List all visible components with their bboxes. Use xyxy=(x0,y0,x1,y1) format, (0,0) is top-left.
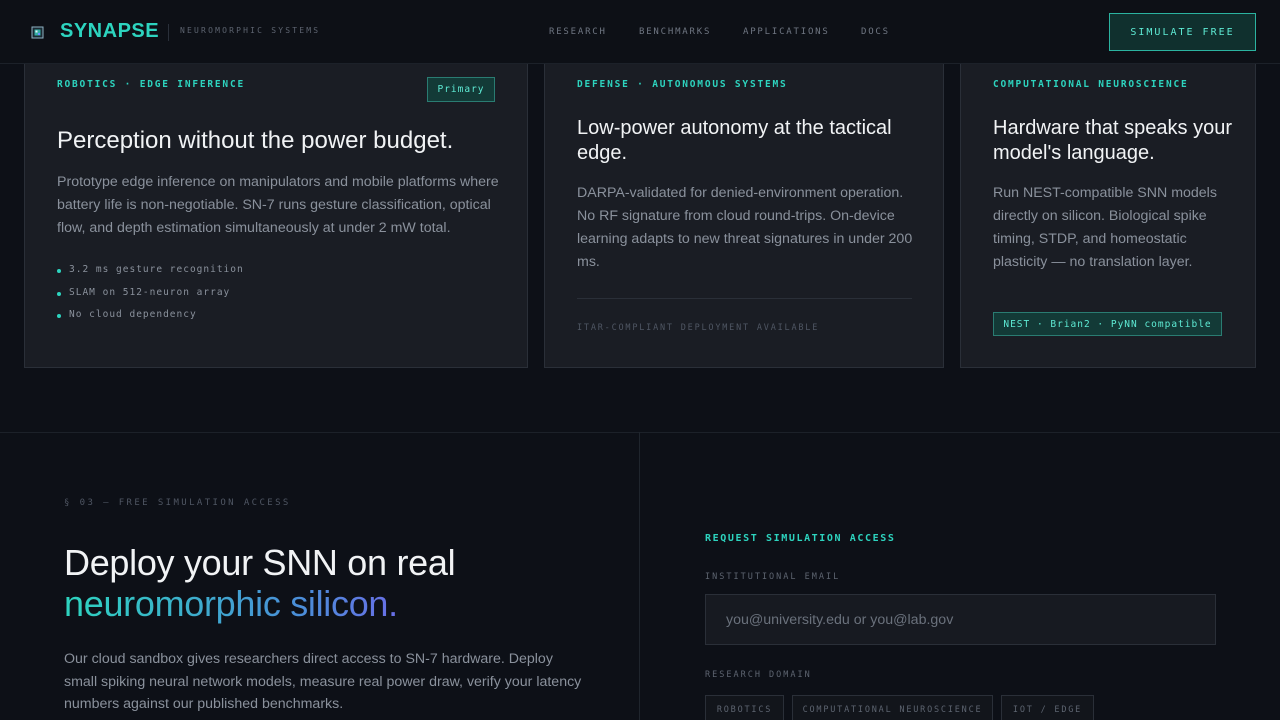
card-tag: COMPUTATIONAL NEUROSCIENCE xyxy=(993,79,1189,90)
list-item: SLAM on 512-neuron array xyxy=(57,287,244,310)
brand-tagline: NEUROMORPHIC SYSTEMS xyxy=(180,26,321,35)
feature-list: 3.2 ms gesture recognition SLAM on 512-n… xyxy=(57,264,244,332)
domain-label: RESEARCH DOMAIN xyxy=(705,670,812,680)
section-label: § 03 — FREE SIMULATION ACCESS xyxy=(64,498,291,508)
brand-name[interactable]: SYNAPSE xyxy=(60,20,159,43)
column-divider xyxy=(639,432,640,720)
section-divider xyxy=(0,432,1280,433)
headline-line-1: Deploy your SNN on real xyxy=(64,542,456,583)
chip-icon[interactable] xyxy=(30,25,45,40)
section-headline: Deploy your SNN on real neuromorphic sil… xyxy=(64,542,456,624)
nav-benchmarks[interactable]: BENCHMARKS xyxy=(639,27,711,37)
card-divider xyxy=(577,298,912,299)
domain-option-robotics[interactable]: ROBOTICS xyxy=(705,695,784,720)
simulate-free-button[interactable]: SIMULATE FREE xyxy=(1109,13,1256,51)
email-label: INSTITUTIONAL EMAIL xyxy=(705,572,841,582)
card-footnote: ITAR-COMPLIANT DEPLOYMENT AVAILABLE xyxy=(577,323,820,333)
card-tag: DEFENSE · AUTONOMOUS SYSTEMS xyxy=(577,79,788,90)
site-header: SYNAPSE NEUROMORPHIC SYSTEMS RESEARCH BE… xyxy=(0,0,1280,64)
card-title: Low-power autonomy at the tactical edge. xyxy=(577,117,892,164)
card-neuroscience: COMPUTATIONAL NEUROSCIENCE Hardware that… xyxy=(960,40,1256,368)
card-defense: DEFENSE · AUTONOMOUS SYSTEMS Low-power a… xyxy=(544,40,944,368)
card-body: DARPA-validated for denied-environment o… xyxy=(577,185,913,270)
headline-line-2: neuromorphic silicon. xyxy=(64,583,455,624)
nav-applications[interactable]: APPLICATIONS xyxy=(743,27,830,37)
domain-option-neuroscience[interactable]: COMPUTATIONAL NEUROSCIENCE xyxy=(792,695,993,720)
brand-divider xyxy=(168,24,169,41)
section-body: Our cloud sandbox gives researchers dire… xyxy=(64,651,582,712)
email-field[interactable] xyxy=(705,594,1216,645)
card-tag: ROBOTICS · EDGE INFERENCE xyxy=(57,79,245,90)
list-item: No cloud dependency xyxy=(57,309,244,332)
form-title: REQUEST SIMULATION ACCESS xyxy=(705,533,896,544)
card-robotics: ROBOTICS · EDGE INFERENCE Primary Percep… xyxy=(24,40,528,368)
nav-research[interactable]: RESEARCH xyxy=(549,27,607,37)
primary-badge: Primary xyxy=(427,77,495,102)
list-item: 3.2 ms gesture recognition xyxy=(57,264,244,287)
card-title: Perception without the power budget. xyxy=(57,127,454,154)
card-title: Hardware that speaks your model's langua… xyxy=(993,117,1233,164)
card-body: Run NEST-compatible SNN models directly … xyxy=(993,185,1217,270)
compatibility-badge: NEST · Brian2 · PyNN compatible xyxy=(993,312,1222,336)
nav-docs[interactable]: DOCS xyxy=(861,27,890,37)
card-body: Prototype edge inference on manipulators… xyxy=(57,174,499,236)
domain-option-iot-edge[interactable]: IOT / EDGE xyxy=(1001,695,1094,720)
